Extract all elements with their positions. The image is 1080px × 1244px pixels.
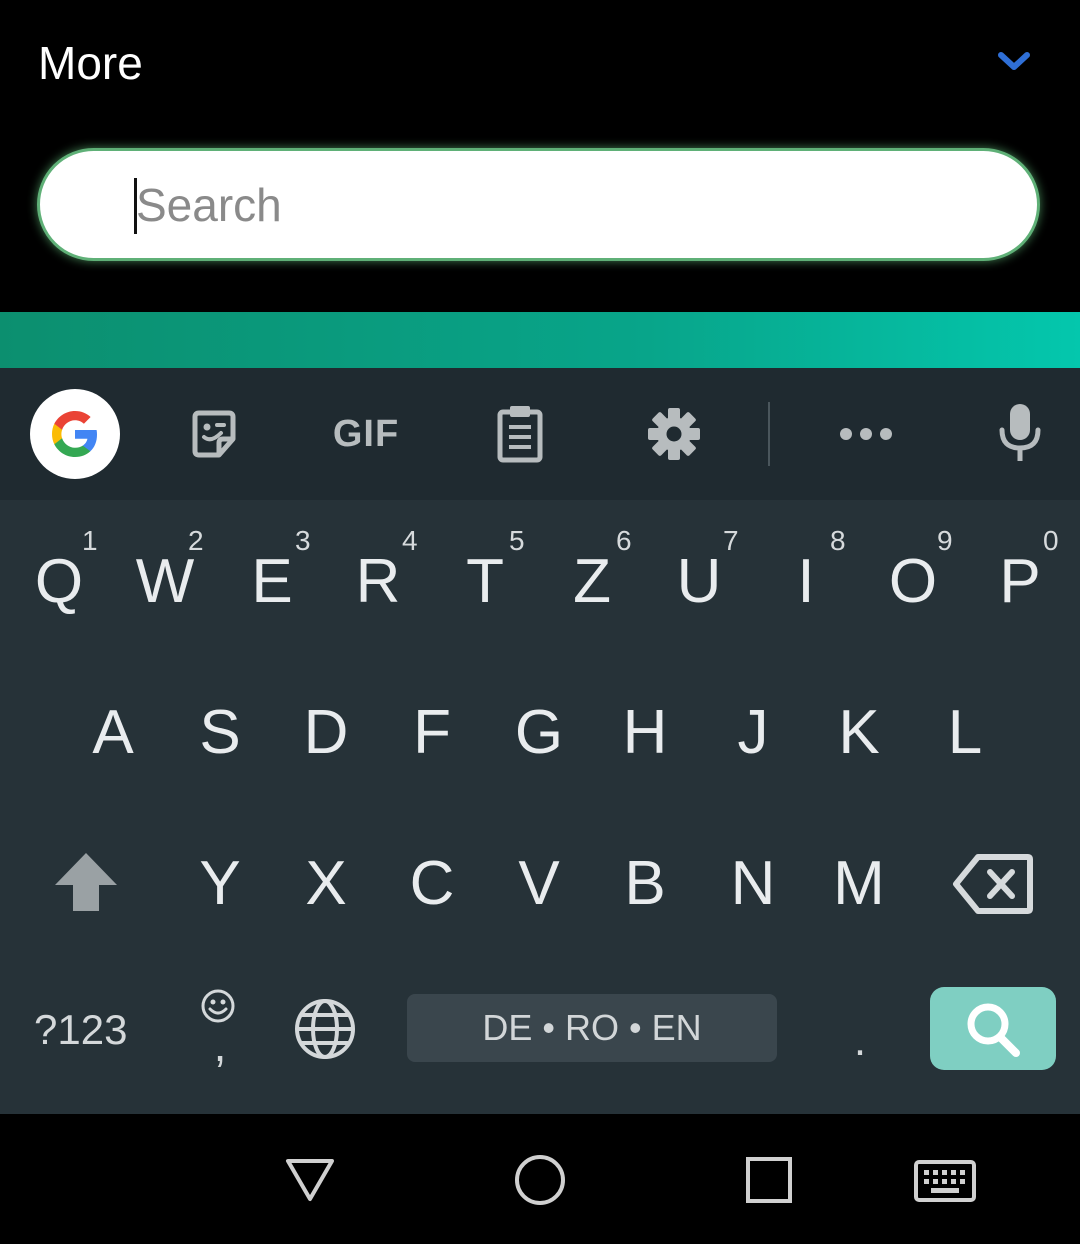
key-j[interactable]: J — [708, 673, 798, 793]
toolbar-divider — [768, 402, 770, 466]
key-s[interactable]: S — [175, 673, 265, 793]
home-icon[interactable] — [512, 1152, 568, 1208]
page-title: More — [38, 37, 143, 89]
key-e-hint: 3 — [295, 525, 311, 556]
key-p-hint: 0 — [1043, 525, 1059, 556]
key-i-hint: 8 — [830, 525, 846, 556]
keyboard-switch-icon[interactable] — [912, 1158, 978, 1204]
clipboard-icon[interactable] — [494, 402, 546, 464]
key-x[interactable]: X — [281, 824, 371, 944]
key-g[interactable]: G — [494, 673, 584, 793]
comma-key[interactable]: , — [208, 1020, 232, 1070]
shift-icon[interactable] — [50, 848, 122, 914]
key-v[interactable]: V — [494, 824, 584, 944]
key-h[interactable]: H — [600, 673, 690, 793]
key-u-hint: 7 — [723, 525, 739, 556]
symbols-key[interactable]: ?123 — [34, 1004, 127, 1056]
google-g-icon[interactable] — [30, 389, 120, 479]
more-icon[interactable] — [836, 420, 896, 448]
backspace-icon[interactable] — [952, 852, 1034, 916]
key-m[interactable]: M — [814, 824, 904, 944]
globe-icon[interactable] — [292, 996, 358, 1062]
key-f[interactable]: F — [387, 673, 477, 793]
key-q-hint: 1 — [82, 525, 98, 556]
gear-icon[interactable] — [646, 406, 702, 462]
gif-button[interactable]: GIF — [320, 406, 412, 462]
key-t-hint: 5 — [509, 525, 525, 556]
space-key[interactable]: DE • RO • EN — [407, 994, 777, 1062]
key-r-hint: 4 — [402, 525, 418, 556]
key-b[interactable]: B — [600, 824, 690, 944]
search-icon — [967, 1003, 1020, 1057]
key-d[interactable]: D — [281, 673, 371, 793]
search-box[interactable] — [37, 148, 1040, 261]
microphone-icon[interactable] — [996, 402, 1044, 464]
accent-strip — [0, 312, 1080, 368]
key-z-hint: 6 — [616, 525, 632, 556]
key-n[interactable]: N — [708, 824, 798, 944]
chevron-down-icon[interactable] — [996, 46, 1032, 76]
recents-icon[interactable] — [744, 1156, 794, 1204]
search-enter-button[interactable] — [930, 987, 1056, 1070]
key-c[interactable]: C — [387, 824, 477, 944]
key-l[interactable]: L — [920, 673, 1010, 793]
key-y[interactable]: Y — [175, 824, 265, 944]
key-o-hint: 9 — [937, 525, 953, 556]
back-icon[interactable] — [282, 1154, 338, 1206]
key-w-hint: 2 — [188, 525, 204, 556]
text-cursor — [134, 178, 137, 234]
key-a[interactable]: A — [68, 673, 158, 793]
key-k[interactable]: K — [814, 673, 904, 793]
period-key[interactable]: . — [848, 1016, 872, 1066]
search-input[interactable] — [136, 171, 996, 239]
sticker-icon[interactable] — [186, 406, 242, 462]
